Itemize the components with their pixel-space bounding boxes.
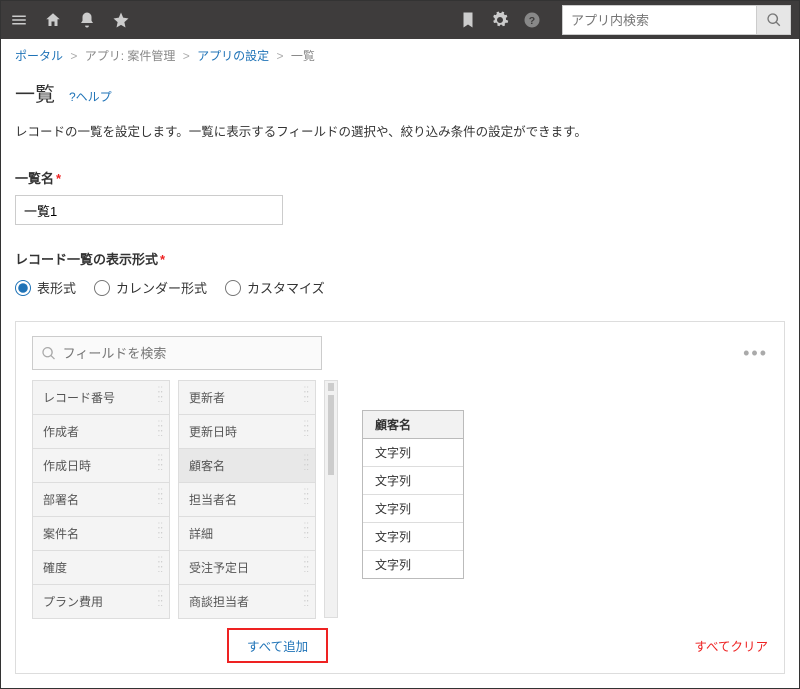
clear-all-button[interactable]: すべてクリア xyxy=(694,636,768,655)
more-icon[interactable]: ••• xyxy=(743,343,768,364)
field-item[interactable]: 詳細:::::: xyxy=(178,516,316,551)
field-search[interactable] xyxy=(32,336,322,370)
radio-custom[interactable]: カスタマイズ xyxy=(225,278,325,297)
preview-header: 顧客名 xyxy=(363,411,463,439)
radio-calendar[interactable]: カレンダー形式 xyxy=(94,278,207,297)
page-title: 一覧 xyxy=(15,78,55,107)
breadcrumb-app: アプリ: 案件管理 xyxy=(85,49,176,63)
breadcrumb-settings[interactable]: アプリの設定 xyxy=(197,49,269,63)
field-item[interactable]: プラン費用:::::: xyxy=(32,584,170,619)
list-name-input[interactable] xyxy=(15,195,283,225)
display-label: レコード一覧の表示形式* xyxy=(15,249,785,268)
preview-row: 文字列 xyxy=(363,523,463,551)
preview-table: 顧客名 文字列文字列文字列文字列文字列 xyxy=(362,410,464,579)
field-item[interactable]: 更新者:::::: xyxy=(178,380,316,415)
add-all-button[interactable]: すべて追加 xyxy=(227,628,328,663)
bookmark-icon[interactable] xyxy=(458,10,478,30)
home-icon[interactable] xyxy=(43,10,63,30)
name-label: 一覧名* xyxy=(15,168,785,187)
bell-icon[interactable] xyxy=(77,10,97,30)
breadcrumb-current: 一覧 xyxy=(291,49,315,63)
help-link[interactable]: ?ヘルプ xyxy=(69,88,112,105)
app-search-input[interactable] xyxy=(562,5,757,35)
preview-row: 文字列 xyxy=(363,467,463,495)
preview-row: 文字列 xyxy=(363,439,463,467)
field-item[interactable]: 作成日時:::::: xyxy=(32,448,170,483)
field-item[interactable]: 作成者:::::: xyxy=(32,414,170,449)
field-search-input[interactable] xyxy=(63,346,313,361)
field-item[interactable]: 受注予定日:::::: xyxy=(178,550,316,585)
field-item[interactable]: レコード番号:::::: xyxy=(32,380,170,415)
field-item[interactable]: 更新日時:::::: xyxy=(178,414,316,449)
page-description: レコードの一覧を設定します。一覧に表示するフィールドの選択や、絞り込み条件の設定… xyxy=(15,121,785,140)
menu-icon[interactable] xyxy=(9,10,29,30)
star-icon[interactable] xyxy=(111,10,131,30)
field-item[interactable]: 確度:::::: xyxy=(32,550,170,585)
help-icon[interactable]: ? xyxy=(522,10,542,30)
breadcrumb: ポータル > アプリ: 案件管理 > アプリの設定 > 一覧 xyxy=(1,39,799,72)
field-item[interactable]: 商談担当者:::::: xyxy=(178,584,316,619)
gear-icon[interactable] xyxy=(490,10,510,30)
svg-text:?: ? xyxy=(529,15,535,27)
radio-table[interactable]: 表形式 xyxy=(15,278,76,297)
field-item[interactable]: 顧客名:::::: xyxy=(178,448,316,483)
field-item[interactable]: 担当者名:::::: xyxy=(178,482,316,517)
field-item[interactable]: 案件名:::::: xyxy=(32,516,170,551)
field-scrollbar[interactable] xyxy=(324,380,338,618)
app-search-button[interactable] xyxy=(757,5,791,35)
preview-row: 文字列 xyxy=(363,495,463,523)
field-item[interactable]: 部署名:::::: xyxy=(32,482,170,517)
breadcrumb-portal[interactable]: ポータル xyxy=(15,49,63,63)
preview-row: 文字列 xyxy=(363,551,463,578)
